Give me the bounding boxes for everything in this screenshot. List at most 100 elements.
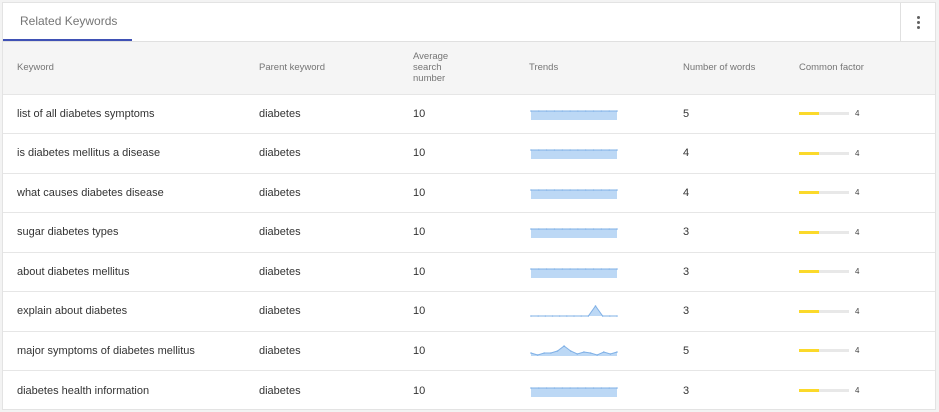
trend-point — [569, 267, 571, 270]
keyword-cell[interactable]: about diabetes mellitus — [3, 252, 259, 292]
trend-point — [545, 386, 548, 389]
keyword-cell[interactable]: explain about diabetes — [3, 292, 259, 332]
common-factor-cell: 4 — [799, 292, 935, 332]
common-factor: 4 — [799, 188, 935, 197]
table-row[interactable]: major symptoms of diabetes mellitus diabe… — [3, 331, 935, 371]
trend-point — [573, 315, 575, 318]
trend-point — [538, 267, 540, 270]
average-search-cell: 10 — [413, 226, 426, 239]
keyword-cell[interactable]: what causes diabetes disease — [3, 173, 259, 213]
trend-point — [616, 149, 618, 152]
trend-cell — [529, 292, 683, 332]
trend-area — [531, 306, 617, 317]
trend-cell — [529, 252, 683, 292]
trend-point — [608, 386, 610, 389]
table-row[interactable]: is diabetes mellitus a disease diabetes 10… — [3, 133, 935, 174]
average-search-cell: 10 — [413, 265, 426, 278]
column-header-trends[interactable]: Trends — [529, 42, 683, 94]
parent-keyword-cell: diabetes — [259, 344, 301, 357]
trend-point — [592, 188, 595, 191]
trend-point — [563, 344, 565, 347]
trend-point — [592, 386, 595, 389]
trend-point — [592, 149, 595, 152]
trend-point — [545, 109, 548, 112]
common-factor-bar-fill — [799, 191, 819, 195]
trend-point — [584, 386, 587, 389]
trend-point — [569, 349, 572, 352]
table-header-row: Keyword Parent keyword Average search nu… — [3, 42, 935, 94]
trend-point — [530, 386, 532, 389]
column-header-common-factor[interactable]: Common factor — [799, 42, 935, 94]
common-factor-value: 4 — [855, 148, 860, 158]
trend-point — [616, 109, 618, 112]
table-row[interactable]: sugar diabetes types diabetes 10 3 4 — [3, 212, 935, 253]
trend-point — [538, 188, 540, 191]
keyword-cell[interactable]: list of all diabetes symptoms — [3, 94, 259, 134]
trend-point — [545, 188, 548, 191]
table-row[interactable]: about diabetes mellitus diabetes 10 3 4 — [3, 252, 935, 292]
keyword-cell[interactable]: sugar diabetes types — [3, 213, 259, 253]
column-header-average-search-number[interactable]: Average search number — [413, 42, 529, 94]
trend-point — [566, 315, 568, 318]
trend-sparkline — [530, 188, 618, 199]
common-factor-bar-fill — [799, 270, 819, 274]
trend-point — [584, 267, 587, 270]
trend-point — [553, 228, 556, 231]
trend-point — [584, 228, 587, 231]
trend-point — [600, 228, 603, 231]
trend-point — [589, 351, 592, 354]
trend-sparkline — [530, 305, 618, 318]
number-of-words-cell: 3 — [683, 305, 690, 318]
trend-point — [550, 351, 552, 354]
trend-sparkline — [530, 149, 618, 160]
trend-point — [553, 109, 556, 112]
trend-point — [553, 149, 556, 152]
average-search-cell: 10 — [413, 147, 426, 160]
table-row[interactable]: explain about diabetes diabetes 10 3 4 — [3, 291, 935, 332]
more-vert-icon[interactable] — [900, 3, 935, 41]
common-factor-value: 4 — [855, 306, 860, 316]
column-header-parent-keyword[interactable]: Parent keyword — [259, 42, 413, 94]
average-search-cell: 10 — [413, 186, 426, 199]
related-keywords-panel: Related Keywords Keyword Parent keyword … — [2, 2, 936, 410]
column-header-keyword[interactable]: Keyword — [3, 42, 259, 94]
keyword-cell[interactable]: diabetes health information — [3, 371, 259, 410]
trend-sparkline — [530, 228, 618, 239]
trend-point — [530, 315, 532, 318]
trend-cell — [529, 94, 683, 134]
common-factor: 4 — [799, 386, 935, 395]
trend-point — [576, 352, 579, 355]
common-factor: 4 — [799, 307, 935, 316]
trend-point — [616, 188, 618, 191]
table-row[interactable]: list of all diabetes symptoms diabetes 10 5… — [3, 94, 935, 134]
tab-related-keywords[interactable]: Related Keywords — [3, 3, 132, 41]
trend-point — [530, 267, 532, 270]
trend-point — [577, 109, 579, 112]
trend-point — [584, 109, 587, 112]
parent-keyword-cell: diabetes — [259, 107, 301, 120]
keyword-cell[interactable]: is diabetes mellitus a disease — [3, 134, 259, 174]
trend-point — [600, 109, 603, 112]
column-header-number-of-words[interactable]: Number of words — [683, 42, 799, 94]
table-row[interactable]: diabetes health information diabetes 10 3 4 — [3, 370, 935, 410]
number-of-words-cell: 5 — [683, 344, 690, 357]
common-factor-bar — [799, 151, 849, 155]
trend-cell — [529, 371, 683, 410]
trend-point — [587, 315, 590, 318]
keyword-cell[interactable]: major symptoms of diabetes mellitus — [3, 331, 259, 371]
trend-point — [580, 315, 582, 318]
common-factor-bar-fill — [799, 309, 819, 313]
trend-point — [577, 149, 579, 152]
trend-point — [592, 228, 595, 231]
common-factor-value: 4 — [855, 346, 860, 356]
trend-sparkline — [530, 344, 618, 356]
trend-area — [531, 189, 617, 199]
table-row[interactable]: what causes diabetes disease diabetes 10 4 4 — [3, 173, 935, 213]
number-of-words-cell: 5 — [683, 107, 690, 120]
trend-point — [530, 109, 532, 112]
trend-point — [553, 386, 556, 389]
number-of-words-cell: 3 — [683, 226, 690, 239]
common-factor-value: 4 — [855, 109, 860, 119]
common-factor-cell: 4 — [799, 331, 935, 371]
common-factor-bar — [799, 270, 849, 274]
